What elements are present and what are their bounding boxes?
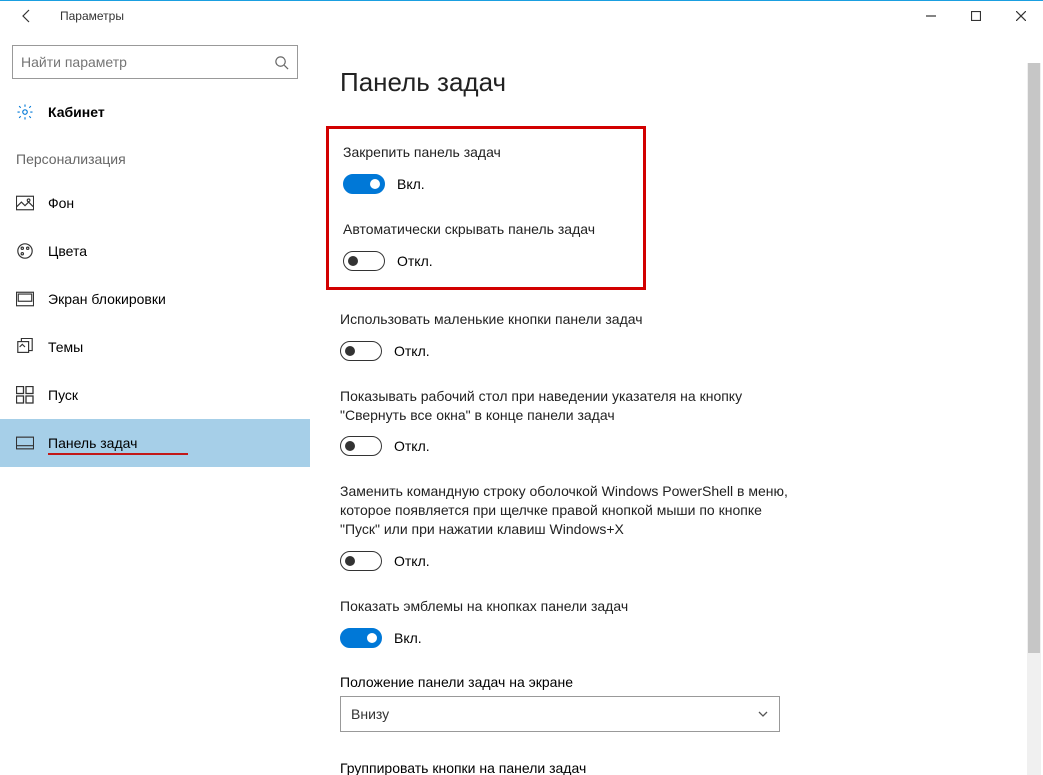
toggle-powershell[interactable] — [340, 551, 382, 571]
toggle-state: Откл. — [394, 553, 430, 569]
scrollbar-thumb[interactable] — [1028, 63, 1040, 653]
search-input-wrap[interactable] — [12, 45, 298, 79]
annotation-highlight-box: Закрепить панель задач Вкл. Автоматическ… — [326, 126, 646, 290]
toggle-lock-taskbar[interactable] — [343, 174, 385, 194]
toggle-small-buttons[interactable] — [340, 341, 382, 361]
toggle-state: Откл. — [394, 438, 430, 454]
titlebar: Параметры — [0, 1, 1043, 31]
minimize-button[interactable] — [908, 1, 953, 31]
sidebar-item-background[interactable]: Фон — [0, 179, 310, 227]
toggle-state: Откл. — [397, 253, 433, 269]
toggle-badges[interactable] — [340, 628, 382, 648]
sidebar: Кабинет Персонализация Фон Цвета Экран б… — [0, 31, 310, 775]
toggle-state: Вкл. — [394, 630, 422, 646]
setting-label: Заменить командную строку оболочкой Wind… — [340, 482, 790, 539]
sidebar-item-label: Цвета — [48, 243, 87, 259]
sidebar-item-label: Пуск — [48, 387, 78, 403]
chevron-down-icon — [757, 708, 769, 720]
close-button[interactable] — [998, 1, 1043, 31]
maximize-button[interactable] — [953, 1, 998, 31]
scrollbar[interactable] — [1027, 63, 1041, 775]
toggle-peek-desktop[interactable] — [340, 436, 382, 456]
setting-label: Автоматически скрывать панель задач — [343, 220, 629, 239]
sidebar-item-label: Фон — [48, 195, 74, 211]
sidebar-item-lockscreen[interactable]: Экран блокировки — [0, 275, 310, 323]
dropdown-taskbar-position[interactable]: Внизу — [340, 696, 780, 732]
home-link[interactable]: Кабинет — [0, 93, 310, 131]
sidebar-item-taskbar[interactable]: Панель задач — [0, 419, 310, 467]
setting-label: Показать эмблемы на кнопках панели задач — [340, 597, 790, 616]
toggle-autohide-taskbar[interactable] — [343, 251, 385, 271]
lockscreen-icon — [16, 290, 34, 308]
content-area: Панель задач Закрепить панель задач Вкл.… — [310, 31, 1043, 775]
gear-icon — [16, 103, 34, 121]
setting-label: Использовать маленькие кнопки панели зад… — [340, 310, 790, 329]
setting-label: Показывать рабочий стол при наведении ук… — [340, 387, 790, 425]
palette-icon — [16, 242, 34, 260]
toggle-state: Вкл. — [397, 176, 425, 192]
dropdown-label: Положение панели задач на экране — [340, 674, 1013, 690]
sidebar-item-label: Панель задач — [48, 435, 137, 451]
search-icon — [274, 55, 289, 70]
toggle-state: Откл. — [394, 343, 430, 359]
dropdown-value: Внизу — [351, 706, 389, 722]
sidebar-item-colors[interactable]: Цвета — [0, 227, 310, 275]
picture-icon — [16, 194, 34, 212]
themes-icon — [16, 338, 34, 356]
sidebar-item-themes[interactable]: Темы — [0, 323, 310, 371]
sidebar-item-start[interactable]: Пуск — [0, 371, 310, 419]
window-title: Параметры — [60, 9, 124, 23]
setting-label: Закрепить панель задач — [343, 143, 629, 162]
sidebar-item-label: Экран блокировки — [48, 291, 166, 307]
annotation-underline — [48, 453, 188, 455]
taskbar-icon — [16, 434, 34, 452]
search-input[interactable] — [21, 54, 274, 70]
start-icon — [16, 386, 34, 404]
home-label: Кабинет — [48, 104, 105, 120]
back-button[interactable] — [12, 8, 42, 24]
dropdown-label: Группировать кнопки на панели задач — [340, 760, 1013, 775]
sidebar-item-label: Темы — [48, 339, 83, 355]
page-title: Панель задач — [340, 67, 1013, 98]
group-label: Персонализация — [0, 131, 310, 179]
